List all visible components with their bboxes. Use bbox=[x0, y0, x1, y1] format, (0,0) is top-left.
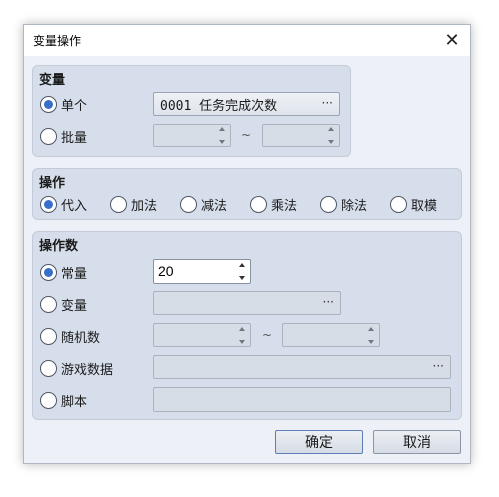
ellipsis-icon: ··· bbox=[322, 295, 334, 309]
radio-random[interactable]: 随机数 bbox=[40, 327, 100, 346]
radio-constant[interactable]: 常量 bbox=[40, 263, 87, 282]
spin-up-icon[interactable] bbox=[367, 327, 374, 331]
radio-op-modulo-indicator[interactable] bbox=[390, 196, 407, 213]
radio-script-indicator[interactable] bbox=[40, 392, 57, 409]
radio-op-add-indicator[interactable] bbox=[110, 196, 127, 213]
radio-game-data-indicator[interactable] bbox=[40, 360, 57, 377]
cancel-button[interactable]: 取消 bbox=[373, 430, 461, 454]
spin-down-icon[interactable] bbox=[367, 340, 374, 344]
ellipsis-icon: ··· bbox=[432, 359, 444, 373]
radio-operand-variable-label: 变量 bbox=[61, 299, 88, 314]
radio-operand-variable[interactable]: 变量 bbox=[40, 295, 87, 314]
close-icon: ✕ bbox=[444, 30, 460, 51]
radio-op-subtract-label: 减法 bbox=[201, 199, 228, 214]
radio-op-add[interactable]: 加法 bbox=[110, 195, 157, 214]
title-bar: 变量操作 ✕ bbox=[24, 25, 470, 56]
radio-single-label: 单个 bbox=[61, 99, 88, 114]
radio-op-modulo-label: 取模 bbox=[411, 199, 438, 214]
spin-down-icon[interactable] bbox=[238, 276, 245, 280]
operand-variable-picker[interactable]: ··· bbox=[153, 291, 341, 315]
variable-group-title: 变量 bbox=[39, 73, 66, 88]
random-range-separator: ~ bbox=[262, 328, 273, 342]
spin-up-icon[interactable] bbox=[238, 263, 245, 267]
radio-op-multiply[interactable]: 乘法 bbox=[250, 195, 297, 214]
spin-down-icon[interactable] bbox=[238, 340, 245, 344]
script-input[interactable] bbox=[153, 387, 451, 412]
radio-batch-indicator[interactable] bbox=[40, 128, 57, 145]
radio-batch[interactable]: 批量 bbox=[40, 127, 87, 146]
variable-operation-dialog: 变量操作 ✕ 变量 单个 0001 任务完成次数 ··· 批量 ~ 操作 代入 … bbox=[23, 24, 471, 464]
radio-single[interactable]: 单个 bbox=[40, 95, 87, 114]
batch-start-spinbox[interactable] bbox=[153, 124, 231, 147]
radio-op-assign[interactable]: 代入 bbox=[40, 195, 87, 214]
dialog-title: 变量操作 bbox=[33, 34, 82, 48]
random-min-spinbox[interactable] bbox=[153, 323, 251, 347]
spinner-arrows-icon[interactable] bbox=[217, 127, 226, 144]
radio-constant-label: 常量 bbox=[61, 267, 88, 282]
batch-end-spinbox[interactable] bbox=[262, 124, 340, 147]
radio-op-multiply-label: 乘法 bbox=[271, 199, 298, 214]
radio-batch-label: 批量 bbox=[61, 131, 88, 146]
random-max-spinbox[interactable] bbox=[282, 323, 380, 347]
operation-group: 操作 代入 加法 减法 乘法 除法 取模 bbox=[32, 168, 462, 220]
single-variable-value: 0001 任务完成次数 bbox=[160, 98, 278, 114]
radio-random-indicator[interactable] bbox=[40, 328, 57, 345]
constant-spinbox[interactable] bbox=[153, 259, 251, 284]
radio-op-assign-label: 代入 bbox=[61, 199, 88, 214]
radio-op-multiply-indicator[interactable] bbox=[250, 196, 267, 213]
radio-op-divide[interactable]: 除法 bbox=[320, 195, 367, 214]
radio-constant-indicator[interactable] bbox=[40, 264, 57, 281]
spinner-arrows-icon[interactable] bbox=[237, 263, 246, 280]
close-button[interactable]: ✕ bbox=[434, 25, 470, 56]
ellipsis-icon: ··· bbox=[321, 96, 333, 110]
radio-op-divide-label: 除法 bbox=[341, 199, 368, 214]
operand-group-title: 操作数 bbox=[39, 239, 79, 254]
spinner-arrows-icon[interactable] bbox=[326, 127, 335, 144]
radio-op-assign-indicator[interactable] bbox=[40, 196, 57, 213]
constant-input[interactable] bbox=[158, 262, 228, 279]
spin-down-icon[interactable] bbox=[218, 140, 225, 144]
radio-op-modulo[interactable]: 取模 bbox=[390, 195, 437, 214]
ok-button[interactable]: 确定 bbox=[275, 430, 363, 454]
radio-random-label: 随机数 bbox=[61, 331, 101, 346]
radio-script-label: 脚本 bbox=[61, 395, 88, 410]
spinner-arrows-icon[interactable] bbox=[237, 327, 246, 344]
spin-down-icon[interactable] bbox=[327, 140, 334, 144]
variable-group: 变量 单个 0001 任务完成次数 ··· 批量 ~ bbox=[32, 65, 351, 157]
operation-group-title: 操作 bbox=[39, 176, 66, 191]
spin-up-icon[interactable] bbox=[327, 127, 334, 131]
radio-single-indicator[interactable] bbox=[40, 96, 57, 113]
single-variable-picker[interactable]: 0001 任务完成次数 ··· bbox=[153, 92, 340, 116]
game-data-picker[interactable]: ··· bbox=[153, 355, 451, 379]
spinner-arrows-icon[interactable] bbox=[366, 327, 375, 344]
radio-op-subtract[interactable]: 减法 bbox=[180, 195, 227, 214]
batch-range-separator: ~ bbox=[241, 128, 252, 142]
spin-up-icon[interactable] bbox=[218, 127, 225, 131]
radio-op-divide-indicator[interactable] bbox=[320, 196, 337, 213]
operand-group: 操作数 常量 变量 ··· 随机数 bbox=[32, 231, 462, 420]
radio-script[interactable]: 脚本 bbox=[40, 391, 87, 410]
radio-op-add-label: 加法 bbox=[131, 199, 158, 214]
radio-game-data[interactable]: 游戏数据 bbox=[40, 359, 113, 378]
radio-operand-variable-indicator[interactable] bbox=[40, 296, 57, 313]
radio-op-subtract-indicator[interactable] bbox=[180, 196, 197, 213]
radio-game-data-label: 游戏数据 bbox=[61, 363, 114, 378]
spin-up-icon[interactable] bbox=[238, 327, 245, 331]
